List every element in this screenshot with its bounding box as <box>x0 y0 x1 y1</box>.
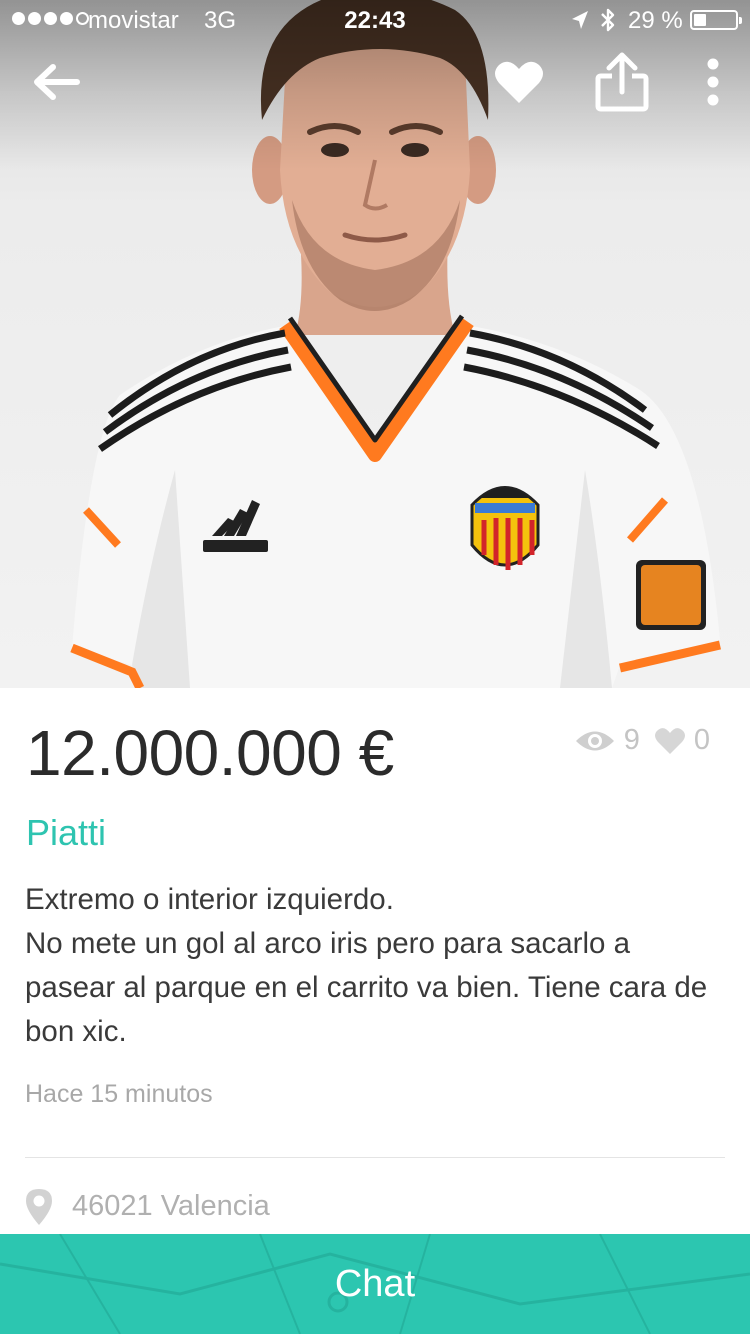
status-bar: movistar 3G 22:43 29 % <box>0 0 750 40</box>
chat-button[interactable]: Chat <box>0 1234 750 1334</box>
more-options-button[interactable] <box>690 50 736 114</box>
eye-icon <box>575 731 614 750</box>
heart-outline-icon <box>654 727 685 754</box>
listing-description: Extremo o interior izquierdo. No mete un… <box>25 883 708 1048</box>
location-arrow-icon <box>572 11 588 29</box>
posted-time: Hace 15 minutos <box>25 1080 213 1108</box>
battery-percentage: 29 % <box>628 7 683 34</box>
listing-location[interactable]: 46021 Valencia <box>22 1186 270 1226</box>
views-count: 9 <box>623 724 640 756</box>
heart-icon <box>495 61 543 103</box>
chat-button-label: Chat <box>334 1262 416 1305</box>
share-button[interactable] <box>588 46 656 118</box>
favorites-stat: 0 <box>654 724 710 757</box>
favorites-count: 0 <box>693 724 710 756</box>
battery-icon <box>690 10 742 30</box>
favorite-button[interactable] <box>486 50 552 114</box>
views-stat: 9 <box>574 724 640 757</box>
more-vertical-icon <box>707 58 719 106</box>
listing-stats: 9 0 <box>574 724 710 757</box>
bluetooth-icon <box>601 8 615 32</box>
arrow-left-icon <box>34 64 80 100</box>
listing-price: 12.000.000 € <box>26 717 394 789</box>
divider <box>25 1157 725 1158</box>
location-text: 46021 Valencia <box>72 1189 270 1222</box>
share-icon <box>595 52 649 112</box>
back-button[interactable] <box>20 50 92 114</box>
location-pin-icon <box>26 1189 52 1225</box>
listing-title: Piatti <box>26 812 107 853</box>
